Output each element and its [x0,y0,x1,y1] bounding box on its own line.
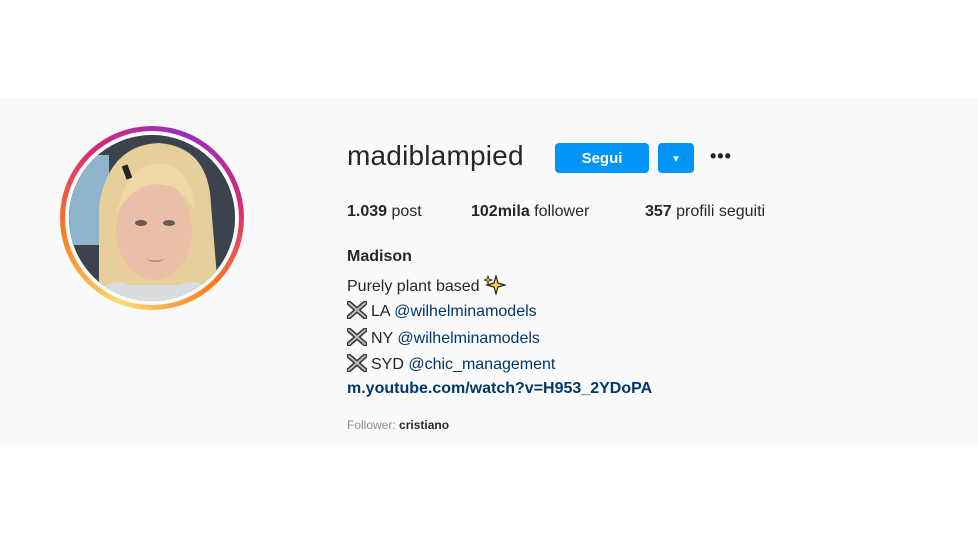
posts-count: 1.039 [347,203,388,220]
posts-stat: 1.039 post [347,203,422,221]
bio-tagline: Purely plant based [347,273,508,297]
followed-by: Follower: cristiano [347,418,449,432]
cross-mark-icon [347,328,367,346]
followers-count: 102mila [471,203,530,220]
bio-line-prefix: SYD [371,356,404,373]
follow-button[interactable]: Segui [555,143,649,173]
avatar-photo [69,135,235,301]
following-stat[interactable]: 357 profili seguiti [645,203,765,221]
tagline-text: Purely plant based [347,278,480,295]
bio-name: Madison [347,248,412,265]
chevron-down-icon: ▾ [673,152,679,165]
bio-line-la: LA @wilhelminamodels [347,301,537,321]
posts-label: post [391,203,422,220]
username: madiblampied [347,140,524,171]
avatar[interactable] [60,126,244,310]
followed-by-label: Follower: [347,418,396,432]
mention-link[interactable]: @chic_management [408,356,555,373]
bio-line-ny: NY @wilhelminamodels [347,328,540,348]
sparkles-icon [482,273,508,297]
suggested-dropdown-button[interactable]: ▾ [658,143,694,173]
bio-line-prefix: NY [371,330,393,347]
followers-stat[interactable]: 102mila follower [471,203,589,221]
bio-line-syd: SYD @chic_management [347,354,555,374]
mention-link[interactable]: @wilhelminamodels [394,303,537,320]
website-link[interactable]: m.youtube.com/watch?v=H953_2YDoPA [347,380,652,398]
cross-mark-icon [347,301,367,319]
followed-by-user[interactable]: cristiano [399,418,449,432]
cross-mark-icon [347,354,367,372]
followers-label: follower [534,203,590,220]
more-icon[interactable]: ••• [710,146,732,167]
following-count: 357 [645,203,672,220]
bio-line-prefix: LA [371,303,390,320]
mention-link[interactable]: @wilhelminamodels [397,330,540,347]
following-label: profili seguiti [676,203,766,220]
